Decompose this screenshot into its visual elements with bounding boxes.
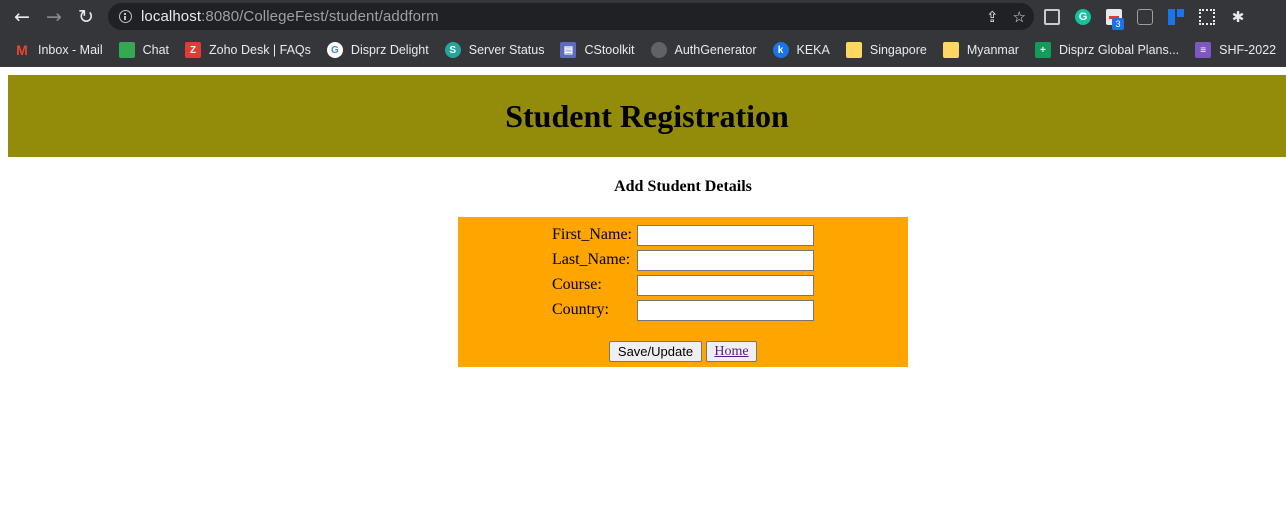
back-arrow-icon[interactable]: ← — [6, 1, 38, 33]
google-chat-icon — [118, 42, 135, 58]
grammarly-icon[interactable]: G — [1075, 8, 1091, 25]
bookmark-item[interactable]: AuthGenerator — [650, 42, 757, 58]
folder-icon — [942, 42, 959, 58]
sheets-icon: + — [1034, 42, 1051, 58]
bookmark-label: AuthGenerator — [674, 43, 757, 57]
course-row: Course: — [552, 274, 814, 296]
bookmark-star-icon[interactable]: ☆ — [1013, 8, 1026, 26]
extension-badge-icon[interactable]: 3 — [1106, 8, 1124, 30]
first-name-field[interactable] — [637, 224, 814, 246]
bookmark-item[interactable]: Singapore — [845, 42, 927, 58]
bookmark-label: Disprz Global Plans... — [1058, 43, 1180, 57]
share-icon[interactable]: ⇪ — [986, 8, 999, 26]
bookmark-item[interactable]: M Inbox - Mail — [14, 42, 103, 58]
site-info-icon[interactable] — [119, 10, 132, 23]
bookmark-item[interactable]: + Disprz Global Plans... — [1034, 42, 1180, 58]
keka-icon: k — [772, 42, 789, 58]
address-bar[interactable]: localhost:8080/CollegeFest/student/addfo… — [108, 3, 1034, 30]
zoho-icon: Z — [185, 42, 202, 58]
reload-icon[interactable]: ↻ — [70, 1, 102, 33]
home-link[interactable]: Home — [714, 344, 748, 360]
student-form: First_Name: Last_Name: Course: Country: … — [458, 217, 908, 367]
bookmark-label: Disprz Delight — [350, 43, 429, 57]
bookmark-item[interactable]: Z Zoho Desk | FAQs — [185, 42, 311, 58]
bookmark-item[interactable]: Chat — [118, 42, 170, 58]
save-update-button[interactable]: Save/Update — [609, 341, 702, 362]
bookmarks-bar: M Inbox - Mail Chat Z Zoho Desk | FAQs G Dispr… — [0, 33, 1286, 67]
bookmark-item[interactable]: G Disprz Delight — [326, 42, 429, 58]
first-name-label: First_Name: — [552, 226, 632, 243]
bookmark-label: SHF-2022 — [1219, 43, 1277, 57]
bookmark-label: Server Status — [468, 43, 545, 57]
first-name-row: First_Name: — [552, 224, 814, 246]
page-content: Student Registration Add Student Details… — [0, 67, 1286, 517]
country-label: Country: — [552, 301, 609, 318]
extension-badge-count: 3 — [1112, 17, 1124, 30]
url-text[interactable]: localhost:8080/CollegeFest/student/addfo… — [141, 8, 439, 25]
bookmark-label: Chat — [142, 43, 170, 57]
bookmark-label: Singapore — [869, 43, 927, 57]
bookmark-item[interactable]: ▤ CStoolkit — [560, 42, 635, 58]
browser-toolbar: ← → ↻ localhost:8080/CollegeFest/student… — [0, 0, 1286, 33]
qr-code-icon[interactable] — [1199, 8, 1215, 25]
bookmark-item[interactable]: k KEKA — [772, 42, 830, 58]
country-field[interactable] — [637, 299, 814, 321]
header-banner: Student Registration — [8, 75, 1286, 157]
home-link-button[interactable]: Home — [706, 341, 757, 362]
bookmark-item[interactable]: S Server Status — [444, 42, 545, 58]
screen-capture-icon[interactable] — [1137, 8, 1153, 25]
form-heading: Add Student Details — [614, 178, 752, 195]
bookmark-item[interactable]: Myanmar — [942, 42, 1019, 58]
cast-icon[interactable] — [1044, 8, 1060, 25]
bookmark-label: KEKA — [796, 43, 830, 57]
last-name-field[interactable] — [637, 249, 814, 271]
last-name-row: Last_Name: — [552, 249, 814, 271]
country-row: Country: — [552, 299, 814, 321]
course-label: Course: — [552, 276, 602, 293]
forward-arrow-icon[interactable]: → — [38, 1, 70, 33]
puzzle-icon[interactable]: ✱ — [1230, 9, 1246, 25]
bookmark-label: Myanmar — [966, 43, 1019, 57]
bookmark-label: Zoho Desk | FAQs — [209, 43, 311, 57]
folder-icon — [845, 42, 862, 58]
last-name-label: Last_Name: — [552, 251, 631, 268]
extensions-area: G 3 ✱ — [1044, 0, 1261, 33]
bookmark-label: Inbox - Mail — [38, 43, 103, 57]
page-title: Student Registration — [505, 97, 789, 134]
globe-icon — [650, 42, 667, 58]
cstoolkit-icon: ▤ — [560, 42, 577, 58]
trello-icon[interactable] — [1168, 8, 1184, 25]
server-status-icon: S — [444, 42, 461, 58]
bookmark-label: CStoolkit — [584, 43, 635, 57]
gmail-icon: M — [16, 42, 28, 58]
google-icon: G — [326, 42, 343, 58]
course-field[interactable] — [637, 274, 814, 296]
forms-icon: ≡ — [1195, 42, 1212, 58]
bookmark-item[interactable]: ≡ SHF-2022 — [1195, 42, 1276, 58]
